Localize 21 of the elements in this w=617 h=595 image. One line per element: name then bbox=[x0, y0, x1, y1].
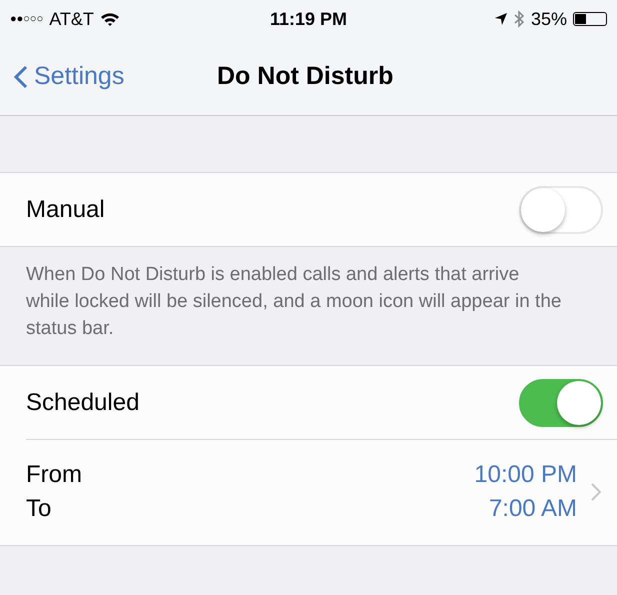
bluetooth-icon bbox=[514, 10, 525, 28]
from-time: 10:00 PM bbox=[474, 461, 577, 489]
signal-strength: ●●○○○ bbox=[10, 13, 44, 25]
chevron-left-icon bbox=[14, 64, 28, 88]
wifi-icon bbox=[100, 12, 120, 26]
from-label: From bbox=[26, 461, 83, 489]
location-arrow-icon bbox=[494, 12, 508, 26]
to-label: To bbox=[26, 495, 52, 523]
carrier-name: AT&T bbox=[49, 8, 94, 30]
page-title: Do Not Disturb bbox=[217, 62, 394, 91]
back-button[interactable]: Settings bbox=[0, 62, 124, 91]
toggle-switch[interactable] bbox=[519, 378, 603, 426]
setting-label: Manual bbox=[26, 196, 106, 224]
setting-label: Scheduled bbox=[26, 388, 140, 416]
schedule-row[interactable]: From To 10:00 PM 7:00 AM bbox=[0, 439, 617, 546]
to-time: 7:00 AM bbox=[488, 495, 577, 523]
footer-note: When Do Not Disturb is enabled calls and alerts that arrive while locked will be silenced, and a moon icon will appear in the status bar. bbox=[25, 263, 562, 341]
chevron-right-icon bbox=[591, 483, 601, 501]
battery-percent: 35% bbox=[530, 8, 567, 30]
status-time: 11:19 PM bbox=[270, 8, 348, 30]
battery-icon bbox=[573, 12, 607, 26]
